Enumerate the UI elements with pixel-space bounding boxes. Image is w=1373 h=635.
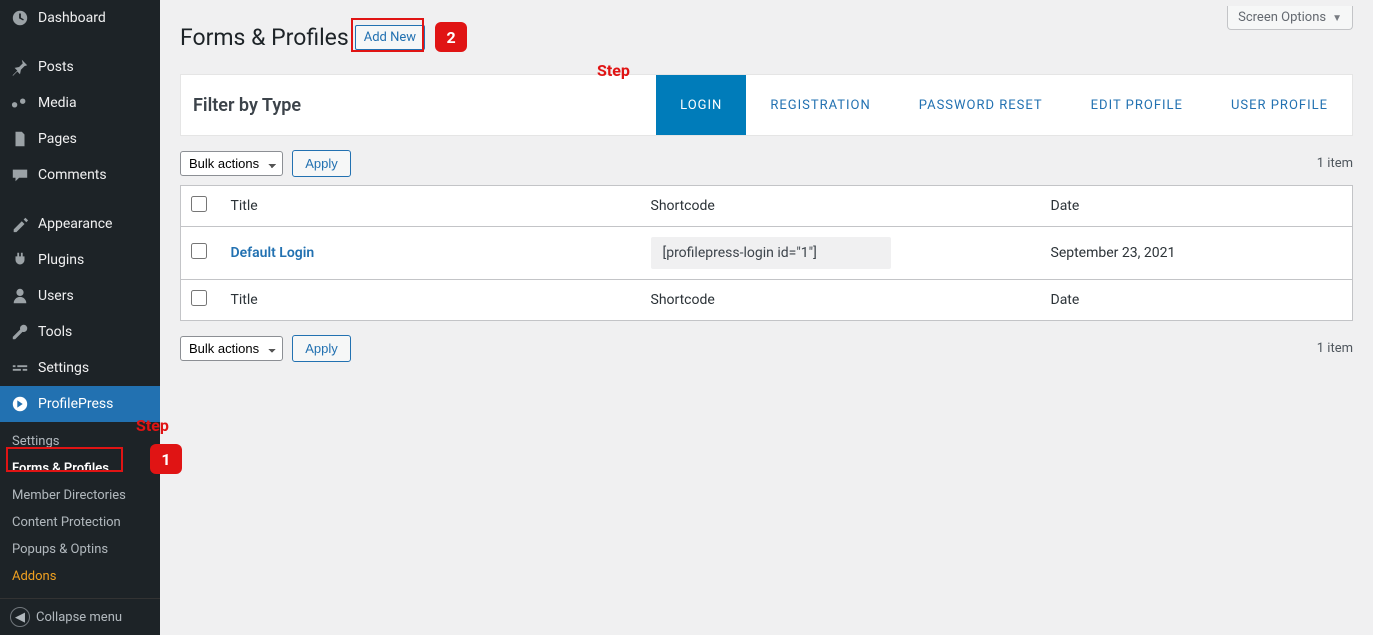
tab-registration[interactable]: REGISTRATION [746, 75, 894, 135]
forms-table: Title Shortcode Date Default Login [prof… [180, 185, 1353, 321]
apply-button-bottom[interactable]: Apply [292, 335, 351, 362]
media-icon [10, 93, 30, 113]
row-date: September 23, 2021 [1041, 227, 1353, 280]
filter-title: Filter by Type [181, 77, 313, 134]
tab-user-profile[interactable]: USER PROFILE [1207, 75, 1352, 135]
plugins-icon [10, 250, 30, 270]
menu-settings[interactable]: Settings [0, 350, 160, 386]
menu-appearance[interactable]: Appearance [0, 199, 160, 242]
add-new-button[interactable]: Add New [355, 25, 425, 50]
collapse-label: Collapse menu [36, 610, 122, 625]
menu-comments[interactable]: Comments [0, 157, 160, 193]
filter-tabs: LOGIN REGISTRATION PASSWORD RESET EDIT P… [656, 75, 1352, 135]
table-row: Default Login [profilepress-login id="1"… [181, 227, 1353, 280]
menu-label: Tools [38, 324, 72, 340]
menu-label: Dashboard [38, 10, 106, 26]
menu-label: Appearance [38, 216, 112, 232]
menu-media[interactable]: Media [0, 85, 160, 121]
menu-dashboard[interactable]: Dashboard [0, 0, 160, 36]
appearance-icon [10, 214, 30, 234]
settings-icon [10, 358, 30, 378]
filter-by-type: Filter by Type LOGIN REGISTRATION PASSWO… [180, 74, 1353, 136]
row-shortcode[interactable]: [profilepress-login id="1"] [651, 237, 891, 269]
col-title-foot[interactable]: Title [221, 280, 641, 321]
menu-label: Pages [38, 131, 77, 147]
collapse-menu[interactable]: ◀ Collapse menu [0, 598, 160, 635]
profilepress-icon [10, 394, 30, 414]
apply-button-top[interactable]: Apply [292, 150, 351, 177]
submenu-popups[interactable]: Popups & Optins [0, 536, 160, 563]
content-area: Screen Options Forms & Profiles Add New … [160, 0, 1373, 635]
submenu-member-dir[interactable]: Member Directories [0, 482, 160, 509]
tablenav-top: Bulk actions Apply 1 item [180, 150, 1353, 177]
col-shortcode-foot: Shortcode [641, 280, 1041, 321]
menu-posts[interactable]: Posts [0, 42, 160, 85]
select-all-bottom[interactable] [191, 290, 207, 306]
submenu-forms-profiles[interactable]: Forms & Profiles [0, 455, 160, 482]
users-icon [10, 286, 30, 306]
menu-tools[interactable]: Tools [0, 314, 160, 350]
dashboard-icon [10, 8, 30, 28]
menu-label: Settings [38, 360, 89, 376]
screen-options-toggle[interactable]: Screen Options [1227, 6, 1353, 30]
submenu-addons[interactable]: Addons [0, 563, 160, 590]
pages-icon [10, 129, 30, 149]
tab-login[interactable]: LOGIN [656, 75, 746, 135]
menu-label: Posts [38, 59, 74, 75]
menu-label: Plugins [38, 252, 84, 268]
admin-sidebar: Dashboard Posts Media Pages Comments App… [0, 0, 160, 635]
col-date-foot[interactable]: Date [1041, 280, 1353, 321]
menu-label: Media [38, 95, 77, 111]
submenu: Settings Forms & Profiles Member Directo… [0, 422, 160, 596]
tablenav-bottom: Bulk actions Apply 1 item [180, 335, 1353, 362]
item-count-bottom: 1 item [1317, 341, 1353, 356]
bulk-actions-select-bottom[interactable]: Bulk actions [180, 336, 283, 361]
menu-users[interactable]: Users [0, 278, 160, 314]
col-date[interactable]: Date [1041, 186, 1353, 227]
annotation-step2-badge: 2 [435, 22, 467, 52]
item-count-top: 1 item [1317, 156, 1353, 171]
menu-label: ProfilePress [38, 396, 113, 412]
annotation-step2-label: Step [597, 61, 630, 80]
select-all-top[interactable] [191, 196, 207, 212]
menu-label: Comments [38, 167, 107, 183]
pin-icon [10, 57, 30, 77]
tab-edit-profile[interactable]: EDIT PROFILE [1067, 75, 1207, 135]
menu-pages[interactable]: Pages [0, 121, 160, 157]
tools-icon [10, 322, 30, 342]
comments-icon [10, 165, 30, 185]
page-header: Forms & Profiles Add New 2 Step [180, 22, 1353, 52]
page-title: Forms & Profiles [180, 24, 349, 51]
menu-label: Users [38, 288, 74, 304]
col-title[interactable]: Title [221, 186, 641, 227]
row-title-link[interactable]: Default Login [231, 245, 315, 261]
col-shortcode: Shortcode [641, 186, 1041, 227]
collapse-icon: ◀ [10, 607, 30, 627]
bulk-actions-select[interactable]: Bulk actions [180, 151, 283, 176]
tab-password-reset[interactable]: PASSWORD RESET [895, 75, 1067, 135]
row-checkbox[interactable] [191, 243, 207, 259]
annotation-step1-label: Step [136, 416, 169, 435]
menu-plugins[interactable]: Plugins [0, 242, 160, 278]
annotation-step1-badge: 1 [150, 444, 182, 474]
submenu-content-protection[interactable]: Content Protection [0, 509, 160, 536]
